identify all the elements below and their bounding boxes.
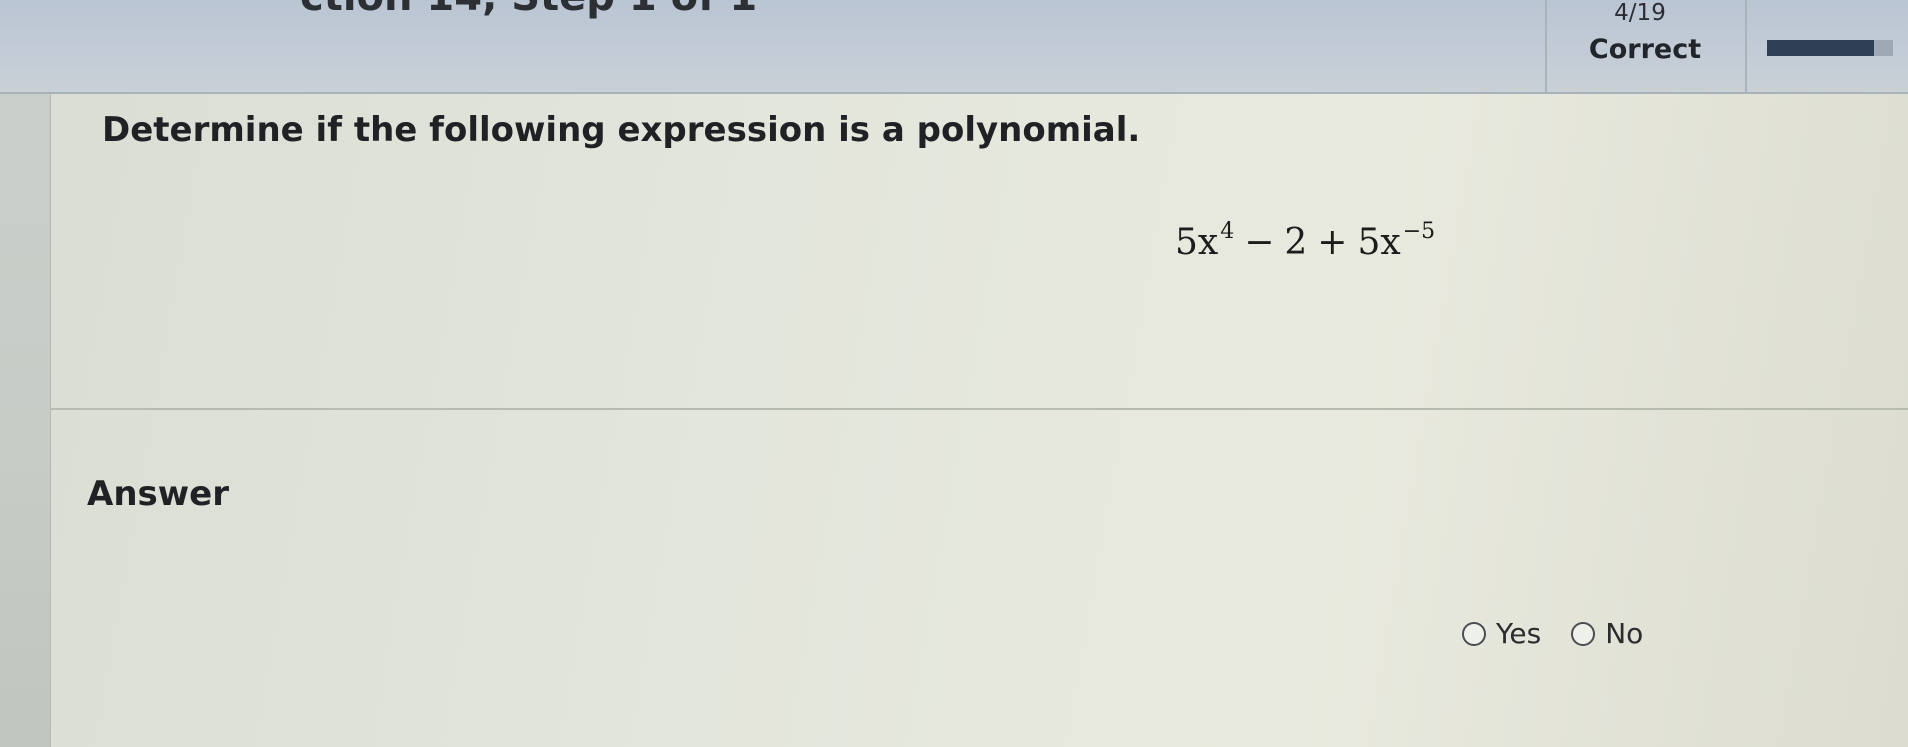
answer-label: Answer bbox=[87, 474, 229, 514]
section-divider bbox=[50, 408, 1908, 410]
option-yes[interactable]: Yes bbox=[1462, 617, 1541, 650]
radio-no-icon[interactable] bbox=[1571, 621, 1596, 646]
progress-bar bbox=[1767, 40, 1893, 56]
question-prompt: Determine if the following expression is… bbox=[102, 110, 1141, 150]
expr-term3-exponent: −5 bbox=[1402, 219, 1436, 244]
answer-options: Yes No bbox=[1462, 617, 1643, 650]
expr-term2: 2 bbox=[1284, 222, 1308, 263]
expr-term1-base: 5x bbox=[1175, 222, 1219, 263]
option-no[interactable]: No bbox=[1571, 617, 1643, 650]
header-title: ction 14, Step 1 of 1 bbox=[300, 0, 757, 20]
status-label: Correct bbox=[1588, 34, 1702, 65]
header-bar: ction 14, Step 1 of 1 4/19 Correct bbox=[0, 0, 1908, 94]
expr-term1-exponent: 4 bbox=[1220, 219, 1235, 244]
expr-operator-plus: + bbox=[1317, 222, 1348, 263]
option-yes-label[interactable]: Yes bbox=[1496, 617, 1541, 650]
expr-operator-minus: − bbox=[1244, 222, 1275, 263]
page: ction 14, Step 1 of 1 4/19 Correct Deter… bbox=[0, 0, 1908, 747]
progress-count: 4/19 bbox=[1614, 0, 1666, 26]
question-area: Determine if the following expression is… bbox=[50, 92, 1908, 412]
option-no-label[interactable]: No bbox=[1605, 617, 1643, 650]
expr-term3-base: 5x bbox=[1357, 222, 1401, 263]
progress-bar-fill bbox=[1767, 40, 1875, 56]
left-panel-edge bbox=[0, 0, 51, 747]
math-expression: 5x4−2 +5x−5 bbox=[1175, 219, 1436, 263]
header-divider bbox=[1745, 0, 1747, 92]
header-divider bbox=[1545, 0, 1547, 92]
radio-yes-icon[interactable] bbox=[1462, 621, 1486, 646]
